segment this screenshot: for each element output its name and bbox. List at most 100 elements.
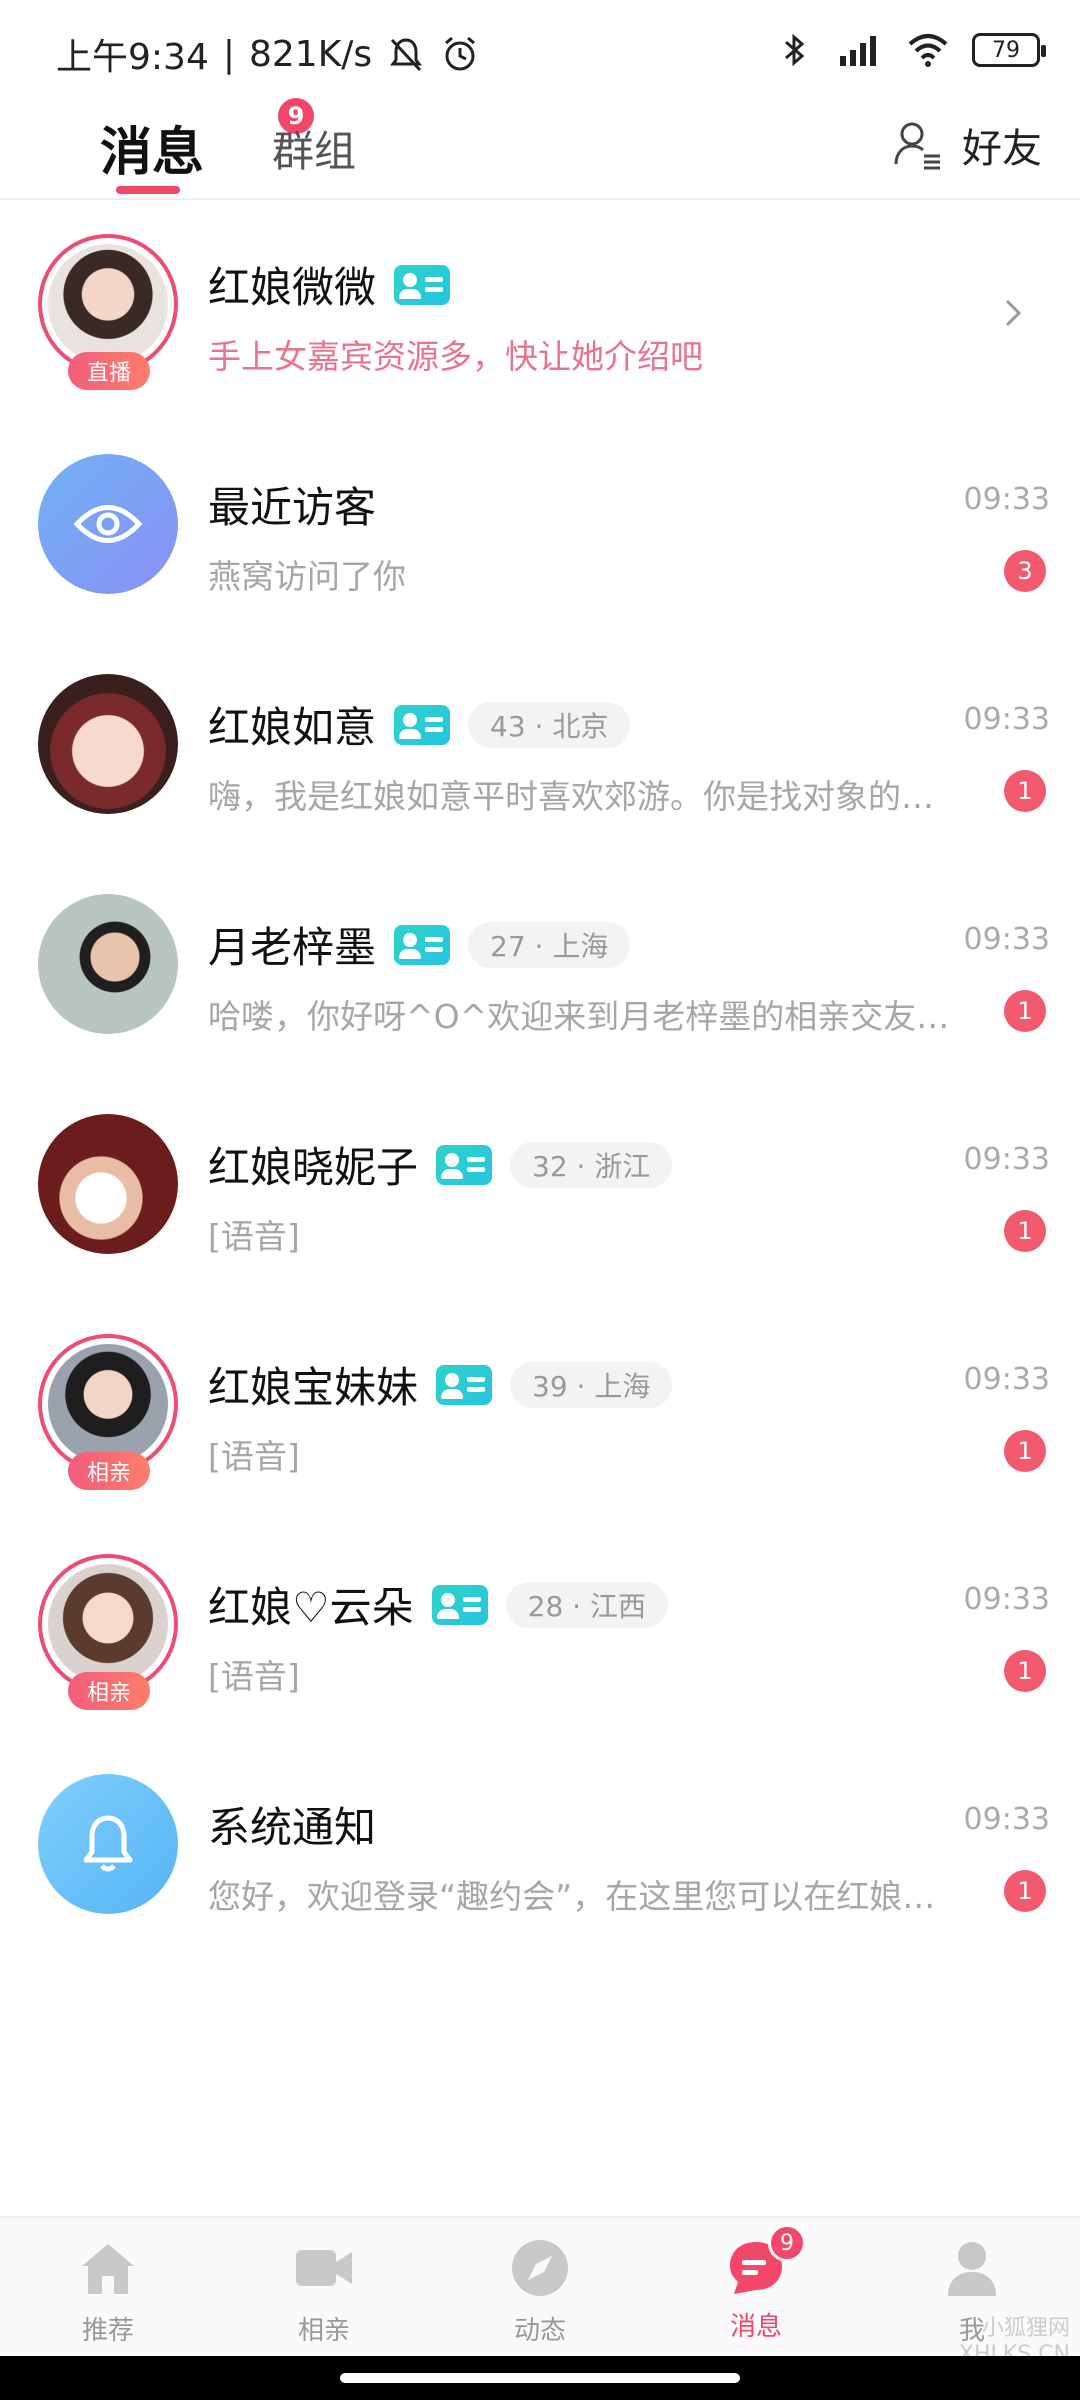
nav-blind-date[interactable]: 相亲 — [254, 2236, 394, 2347]
nav-recommend[interactable]: 推荐 — [38, 2236, 178, 2347]
name-line: 红娘♡云朵 28 · 江西 — [208, 1574, 668, 1635]
message-time: 09:33 — [963, 702, 1050, 737]
message-preview: [语音] — [208, 1217, 300, 1256]
nav-label: 相亲 — [297, 2316, 350, 2346]
active-tab-indicator — [116, 186, 180, 194]
visitor-avatar — [38, 454, 178, 594]
status-bar: 上午9:34 | 821K/s 79 — [0, 0, 1080, 100]
signal-icon — [840, 36, 876, 66]
message-preview: [语音] — [208, 1437, 300, 1476]
age-location-tag: 39 · 上海 — [510, 1361, 673, 1408]
contact-name: 红娘晓妮子 — [208, 1143, 419, 1192]
unread-badge: 3 — [1004, 550, 1046, 592]
message-time: 09:33 — [963, 922, 1050, 957]
message-preview: 哈喽，你好呀^O^欢迎来到月老梓墨的相亲交友房间 — [208, 997, 950, 1036]
contact-name: 红娘如意 — [208, 703, 377, 752]
battery-indicator: 79 — [972, 33, 1046, 67]
bluetooth-icon — [785, 33, 805, 67]
chat-row-matchmaker-baomeimei[interactable]: 相亲 红娘宝妹妹 39 · 上海 09:33 [语音] 1 — [0, 1318, 1080, 1538]
watermark-line1: 小狐狸网 — [981, 2316, 1070, 2341]
avatar[interactable]: 相亲 — [38, 1554, 178, 1710]
system-avatar — [38, 1774, 178, 1914]
avatar[interactable] — [38, 454, 178, 594]
contact-name: 最近访客 — [208, 483, 377, 532]
live-tag: 直播 — [68, 352, 150, 390]
nav-label: 消息 — [729, 2312, 782, 2342]
age-location-tag: 32 · 浙江 — [510, 1141, 673, 1188]
unread-badge: 1 — [1004, 1870, 1046, 1912]
avatar[interactable] — [38, 674, 178, 814]
chat-row-yuelao-zimo[interactable]: 月老梓墨 27 · 上海 09:33 哈喽，你好呀^O^欢迎来到月老梓墨的相亲交… — [0, 878, 1080, 1098]
nav-messages-icon-wrap: 9 — [724, 2224, 806, 2300]
bell-icon — [83, 1815, 133, 1872]
chat-row-matchmaker-weiwei[interactable]: 直播 红娘微微 手上女嘉宾资源多，快让她介绍吧 — [0, 218, 1080, 438]
message-preview: 手上女嘉宾资源多，快让她介绍吧 — [208, 337, 703, 376]
nav-messages[interactable]: 9 消息 — [686, 2224, 826, 2343]
age-location-tag: 28 · 江西 — [505, 1581, 668, 1628]
avatar-photo — [38, 1114, 178, 1254]
friends-button[interactable]: 好友 — [890, 116, 1042, 174]
avatar-photo — [38, 674, 178, 814]
name-line: 红娘宝妹妹 39 · 上海 — [208, 1354, 673, 1415]
blind-date-tag: 相亲 — [68, 1452, 150, 1490]
message-preview: 燕窝访问了你 — [208, 557, 406, 596]
bottom-nav: 推荐 相亲 动态 9 消息 我 — [0, 2216, 1080, 2356]
chat-row-matchmaker-yunduo[interactable]: 相亲 红娘♡云朵 28 · 江西 09:33 [语音] 1 — [0, 1538, 1080, 1758]
chat-list: 直播 红娘微微 手上女嘉宾资源多，快让她介绍吧 最近访客 09:33 燕窝访问了… — [0, 218, 1080, 1978]
mute-bell-icon — [390, 38, 423, 72]
chat-row-matchmaker-ruyi[interactable]: 红娘如意 43 · 北京 09:33 嗨，我是红娘如意平时喜欢郊游。你是找对象的… — [0, 658, 1080, 878]
network-speed: 821K/s — [248, 33, 373, 75]
name-line: 红娘晓妮子 32 · 浙江 — [208, 1134, 673, 1195]
id-card-icon — [394, 264, 451, 305]
nav-feed[interactable]: 动态 — [470, 2236, 610, 2347]
nav-label: 动态 — [513, 2316, 566, 2346]
video-camera-icon — [296, 2250, 352, 2286]
avatar-photo — [38, 894, 178, 1034]
status-right: 79 — [774, 30, 1046, 70]
blind-date-tag: 相亲 — [68, 1672, 150, 1710]
age-location-tag: 27 · 上海 — [468, 921, 631, 968]
chevron-right-icon — [1005, 299, 1022, 327]
status-left: 上午9:34 | 821K/s — [56, 28, 480, 80]
name-line: 最近访客 — [208, 474, 376, 535]
avatar[interactable] — [38, 1774, 178, 1914]
unread-badge: 1 — [1004, 1430, 1046, 1472]
unread-badge: 1 — [1004, 770, 1046, 812]
friends-label: 好友 — [962, 126, 1042, 172]
avatar-photo — [48, 244, 168, 364]
message-preview: [语音] — [208, 1657, 300, 1696]
message-preview: 您好，欢迎登录“趣约会”，在这里您可以在红娘的帮助下 — [208, 1877, 950, 1916]
tab-messages[interactable]: 消息 9 — [100, 98, 314, 185]
wifi-icon — [908, 34, 948, 67]
tab-groups[interactable]: 群组 — [272, 118, 356, 179]
contact-name: 红娘宝妹妹 — [208, 1363, 419, 1412]
message-time: 09:33 — [963, 1802, 1050, 1837]
name-line: 红娘微微 — [208, 254, 451, 315]
friends-icon — [894, 122, 940, 170]
name-line: 红娘如意 43 · 北京 — [208, 694, 631, 755]
header: 消息 9 群组 好友 — [0, 98, 1080, 200]
name-line: 月老梓墨 27 · 上海 — [208, 914, 631, 975]
contact-name: 红娘♡云朵 — [208, 1583, 414, 1632]
id-card-icon — [394, 704, 451, 745]
message-time: 09:33 — [963, 1582, 1050, 1617]
chat-row-system-notice[interactable]: 系统通知 09:33 您好，欢迎登录“趣约会”，在这里您可以在红娘的帮助下 1 — [0, 1758, 1080, 1978]
avatar[interactable] — [38, 894, 178, 1034]
avatar-photo — [48, 1564, 168, 1684]
avatar[interactable] — [38, 1114, 178, 1254]
avatar[interactable]: 直播 — [38, 234, 178, 390]
message-preview: 嗨，我是红娘如意平时喜欢郊游。你是找对象的吗？ — [208, 777, 950, 816]
home-indicator[interactable] — [340, 2373, 740, 2383]
person-icon — [948, 2242, 996, 2296]
alarm-icon — [445, 36, 476, 71]
battery-level: 79 — [992, 37, 1020, 63]
avatar[interactable]: 相亲 — [38, 1334, 178, 1490]
message-time: 09:33 — [963, 482, 1050, 517]
nav-label: 推荐 — [81, 2316, 134, 2346]
chat-row-matchmaker-xiaonizi[interactable]: 红娘晓妮子 32 · 浙江 09:33 [语音] 1 — [0, 1098, 1080, 1318]
id-card-icon — [436, 1364, 493, 1405]
avatar-photo — [48, 1344, 168, 1464]
name-line: 系统通知 — [208, 1794, 376, 1855]
nav-messages-badge: 9 — [768, 2224, 806, 2262]
chat-row-recent-visitors[interactable]: 最近访客 09:33 燕窝访问了你 3 — [0, 438, 1080, 658]
